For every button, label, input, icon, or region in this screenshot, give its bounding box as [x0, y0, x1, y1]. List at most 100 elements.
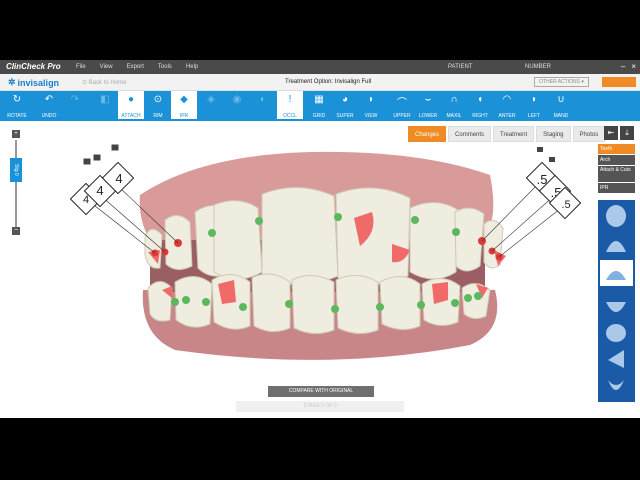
lock-icon [549, 157, 555, 162]
left-view-icon: ◗ [530, 94, 538, 105]
menu-tools[interactable]: Tools [158, 64, 172, 70]
anterior-view-icon: ◠ [502, 94, 512, 105]
tooth-u7 [409, 202, 459, 280]
redo-button[interactable]: ↷ [62, 91, 88, 121]
menu-help[interactable]: Help [186, 64, 198, 70]
grid-icon: ▦ [314, 94, 324, 105]
treatment-option[interactable]: Treatment Option: Invisalign Full [285, 79, 371, 85]
redo-icon: ↷ [70, 94, 80, 105]
left-view-button[interactable]: ◗ LEFT [521, 91, 547, 121]
tooth-u1 [144, 228, 163, 269]
lock-icon [537, 147, 543, 152]
view-button[interactable]: ◗ VIEW [358, 91, 384, 121]
contact-marker [417, 301, 425, 309]
back-to-home-link[interactable]: ⊙ Back to Home [82, 79, 126, 86]
ridge-icon: ⊙ [153, 94, 163, 105]
collapse-panel-icon[interactable]: ⇤ [604, 126, 618, 140]
right-view-button[interactable]: ◖ RIGHT [467, 91, 493, 121]
ipr-value-ur-2: 4 [96, 183, 103, 198]
upper-arch-icon: ⌒ [397, 98, 407, 109]
contact-marker [451, 299, 459, 307]
maxillary-label: MAXIL [446, 113, 462, 119]
tool-10-icon: ◐ [259, 94, 267, 105]
logo-text: invisalign [17, 77, 60, 88]
minimize-button[interactable]: – [621, 62, 625, 71]
tab-photos[interactable]: Photos [572, 126, 606, 142]
ridge-button[interactable]: ⊙ RIM [145, 91, 171, 121]
grid-button[interactable]: ▦ GRID [306, 91, 332, 121]
tab-treatment[interactable]: Treatment [493, 126, 535, 142]
ipr-button[interactable]: ◆ IPR [171, 91, 197, 121]
right-tab-teeth[interactable]: Teeth [598, 144, 635, 154]
menu-view[interactable]: View [100, 64, 113, 70]
teeth-3d-viewport[interactable]: 4 4 4 .5 .5 .5 [24, 123, 598, 418]
mandibular-button[interactable]: ∪ MAND [548, 91, 574, 121]
lower-button[interactable]: ⌣ LOWER [415, 91, 441, 121]
upper-button[interactable]: ⌒ UPPER [389, 91, 415, 121]
submit-button[interactable] [602, 77, 636, 87]
tab-changes[interactable]: Changes [408, 126, 447, 142]
close-button[interactable]: × [631, 62, 636, 71]
superimpose-icon: ◕ [341, 94, 349, 105]
view-upper-icon[interactable] [606, 241, 626, 252]
view-side-icon[interactable] [606, 324, 626, 342]
invisalign-logo: ✲ invisalign [8, 77, 59, 88]
view-label: VIEW [364, 113, 378, 119]
header-bar: ✲ invisalign ⊙ Back to Home Treatment Op… [0, 74, 640, 91]
tool-button-10[interactable]: ◐ [250, 91, 276, 121]
contact-marker [464, 294, 472, 302]
contact-marker [182, 296, 190, 304]
maxillary-button[interactable]: ∩ MAXIL [441, 91, 467, 121]
tab-comments[interactable]: Comments [448, 126, 492, 142]
zoom-slider-thumb[interactable]: Stg 0 [10, 158, 22, 182]
superimpose-label: SUPER [336, 113, 354, 119]
rotate-label: ROTATE [7, 113, 27, 119]
contact-marker [255, 217, 263, 225]
occlusion-icon: ! [288, 94, 292, 105]
lock-icons-right [537, 147, 555, 162]
panel-icon: ◧ [100, 94, 110, 105]
rotate-button[interactable]: ↻ ROTATE [4, 91, 30, 121]
ridge-label: RIM [153, 113, 163, 119]
undo-button[interactable]: ↶ UNDO [36, 91, 62, 121]
tooth-l6 [335, 275, 379, 334]
zoom-in-button[interactable]: + [12, 130, 20, 138]
right-tab-ipr[interactable]: IPR [598, 183, 635, 193]
contact-marker [202, 298, 210, 306]
superimpose-button[interactable]: ◕ SUPER [332, 91, 358, 121]
lower-arch-icon: ⌣ [424, 94, 432, 105]
view-tilt-icon[interactable] [608, 350, 624, 368]
view-lower-icon[interactable] [606, 302, 626, 312]
anterior-view-button[interactable]: ◠ ANTER [494, 91, 520, 121]
zoom-out-button[interactable]: − [12, 227, 20, 235]
contact-marker [171, 298, 179, 306]
attach-button[interactable]: ● ATTACH [118, 91, 144, 121]
other-actions-button[interactable]: OTHER ACTIONS ▾ [534, 77, 589, 87]
zoom-slider-track[interactable] [15, 140, 17, 228]
view-icons [600, 205, 633, 390]
left-view-label: LEFT [527, 113, 541, 119]
download-icon[interactable]: ⤓ [620, 126, 634, 140]
view-front-icon[interactable] [606, 205, 626, 227]
panel-tabs: Changes Comments Treatment Staging Photo… [408, 126, 606, 142]
right-view-icon: ◖ [476, 94, 484, 105]
undo-label: UNDO [41, 113, 57, 119]
right-panel-tabs: Teeth Arch Attach & Cuts IPR [598, 144, 635, 194]
contact-marker [285, 300, 293, 308]
tool-button-4[interactable]: ◧ [92, 91, 118, 121]
lock-icon [111, 144, 119, 151]
right-tab-arch[interactable]: Arch [598, 155, 635, 165]
rotate-icon: ↻ [12, 94, 22, 105]
contact-marker [331, 305, 339, 313]
menu-export[interactable]: Export [127, 64, 144, 70]
tool-button-9[interactable]: ◉ [224, 91, 250, 121]
anterior-view-label: ANTER [498, 113, 516, 119]
menu-file[interactable]: File [76, 64, 86, 70]
occlusion-button[interactable]: ! OCCL [277, 91, 303, 121]
tool-button-8[interactable]: ◈ [198, 91, 224, 121]
view-back-icon[interactable] [608, 380, 624, 390]
right-tab-attach-cuts[interactable]: Attach & Cuts [598, 166, 635, 182]
compare-with-original-button[interactable]: COMPARE WITH ORIGINAL [268, 386, 374, 397]
tab-staging[interactable]: Staging [536, 126, 571, 142]
contact-marker [474, 292, 482, 300]
